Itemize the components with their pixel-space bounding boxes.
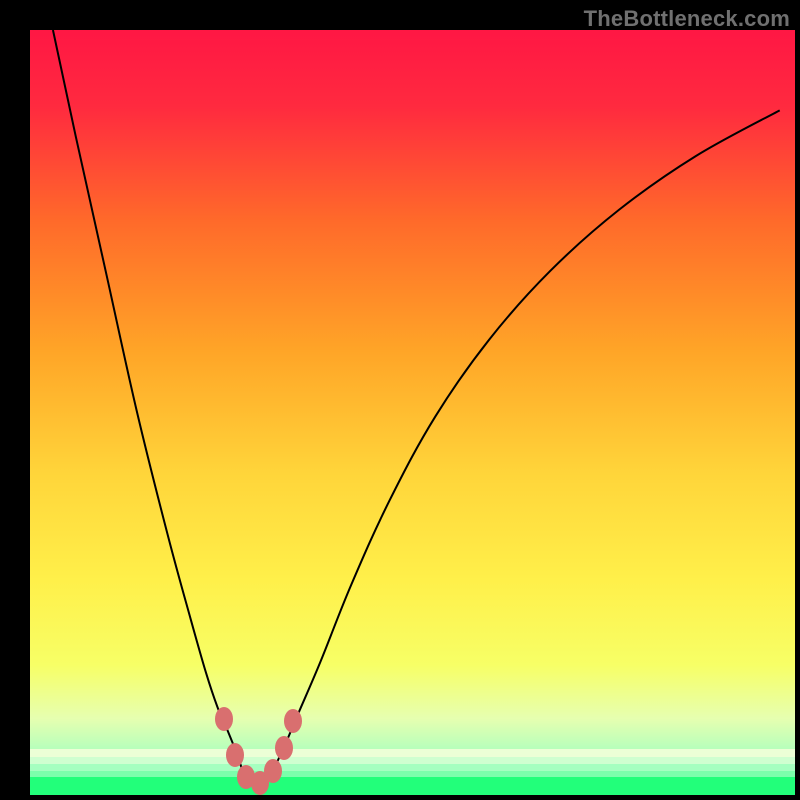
bottleneck-curve	[30, 30, 795, 795]
curve-marker	[264, 759, 282, 783]
curve-marker	[215, 707, 233, 731]
curve-marker	[284, 709, 302, 733]
chart-root: TheBottleneck.com	[0, 0, 800, 800]
plot-area	[30, 30, 795, 795]
watermark-text: TheBottleneck.com	[584, 6, 790, 32]
curve-marker	[275, 736, 293, 760]
